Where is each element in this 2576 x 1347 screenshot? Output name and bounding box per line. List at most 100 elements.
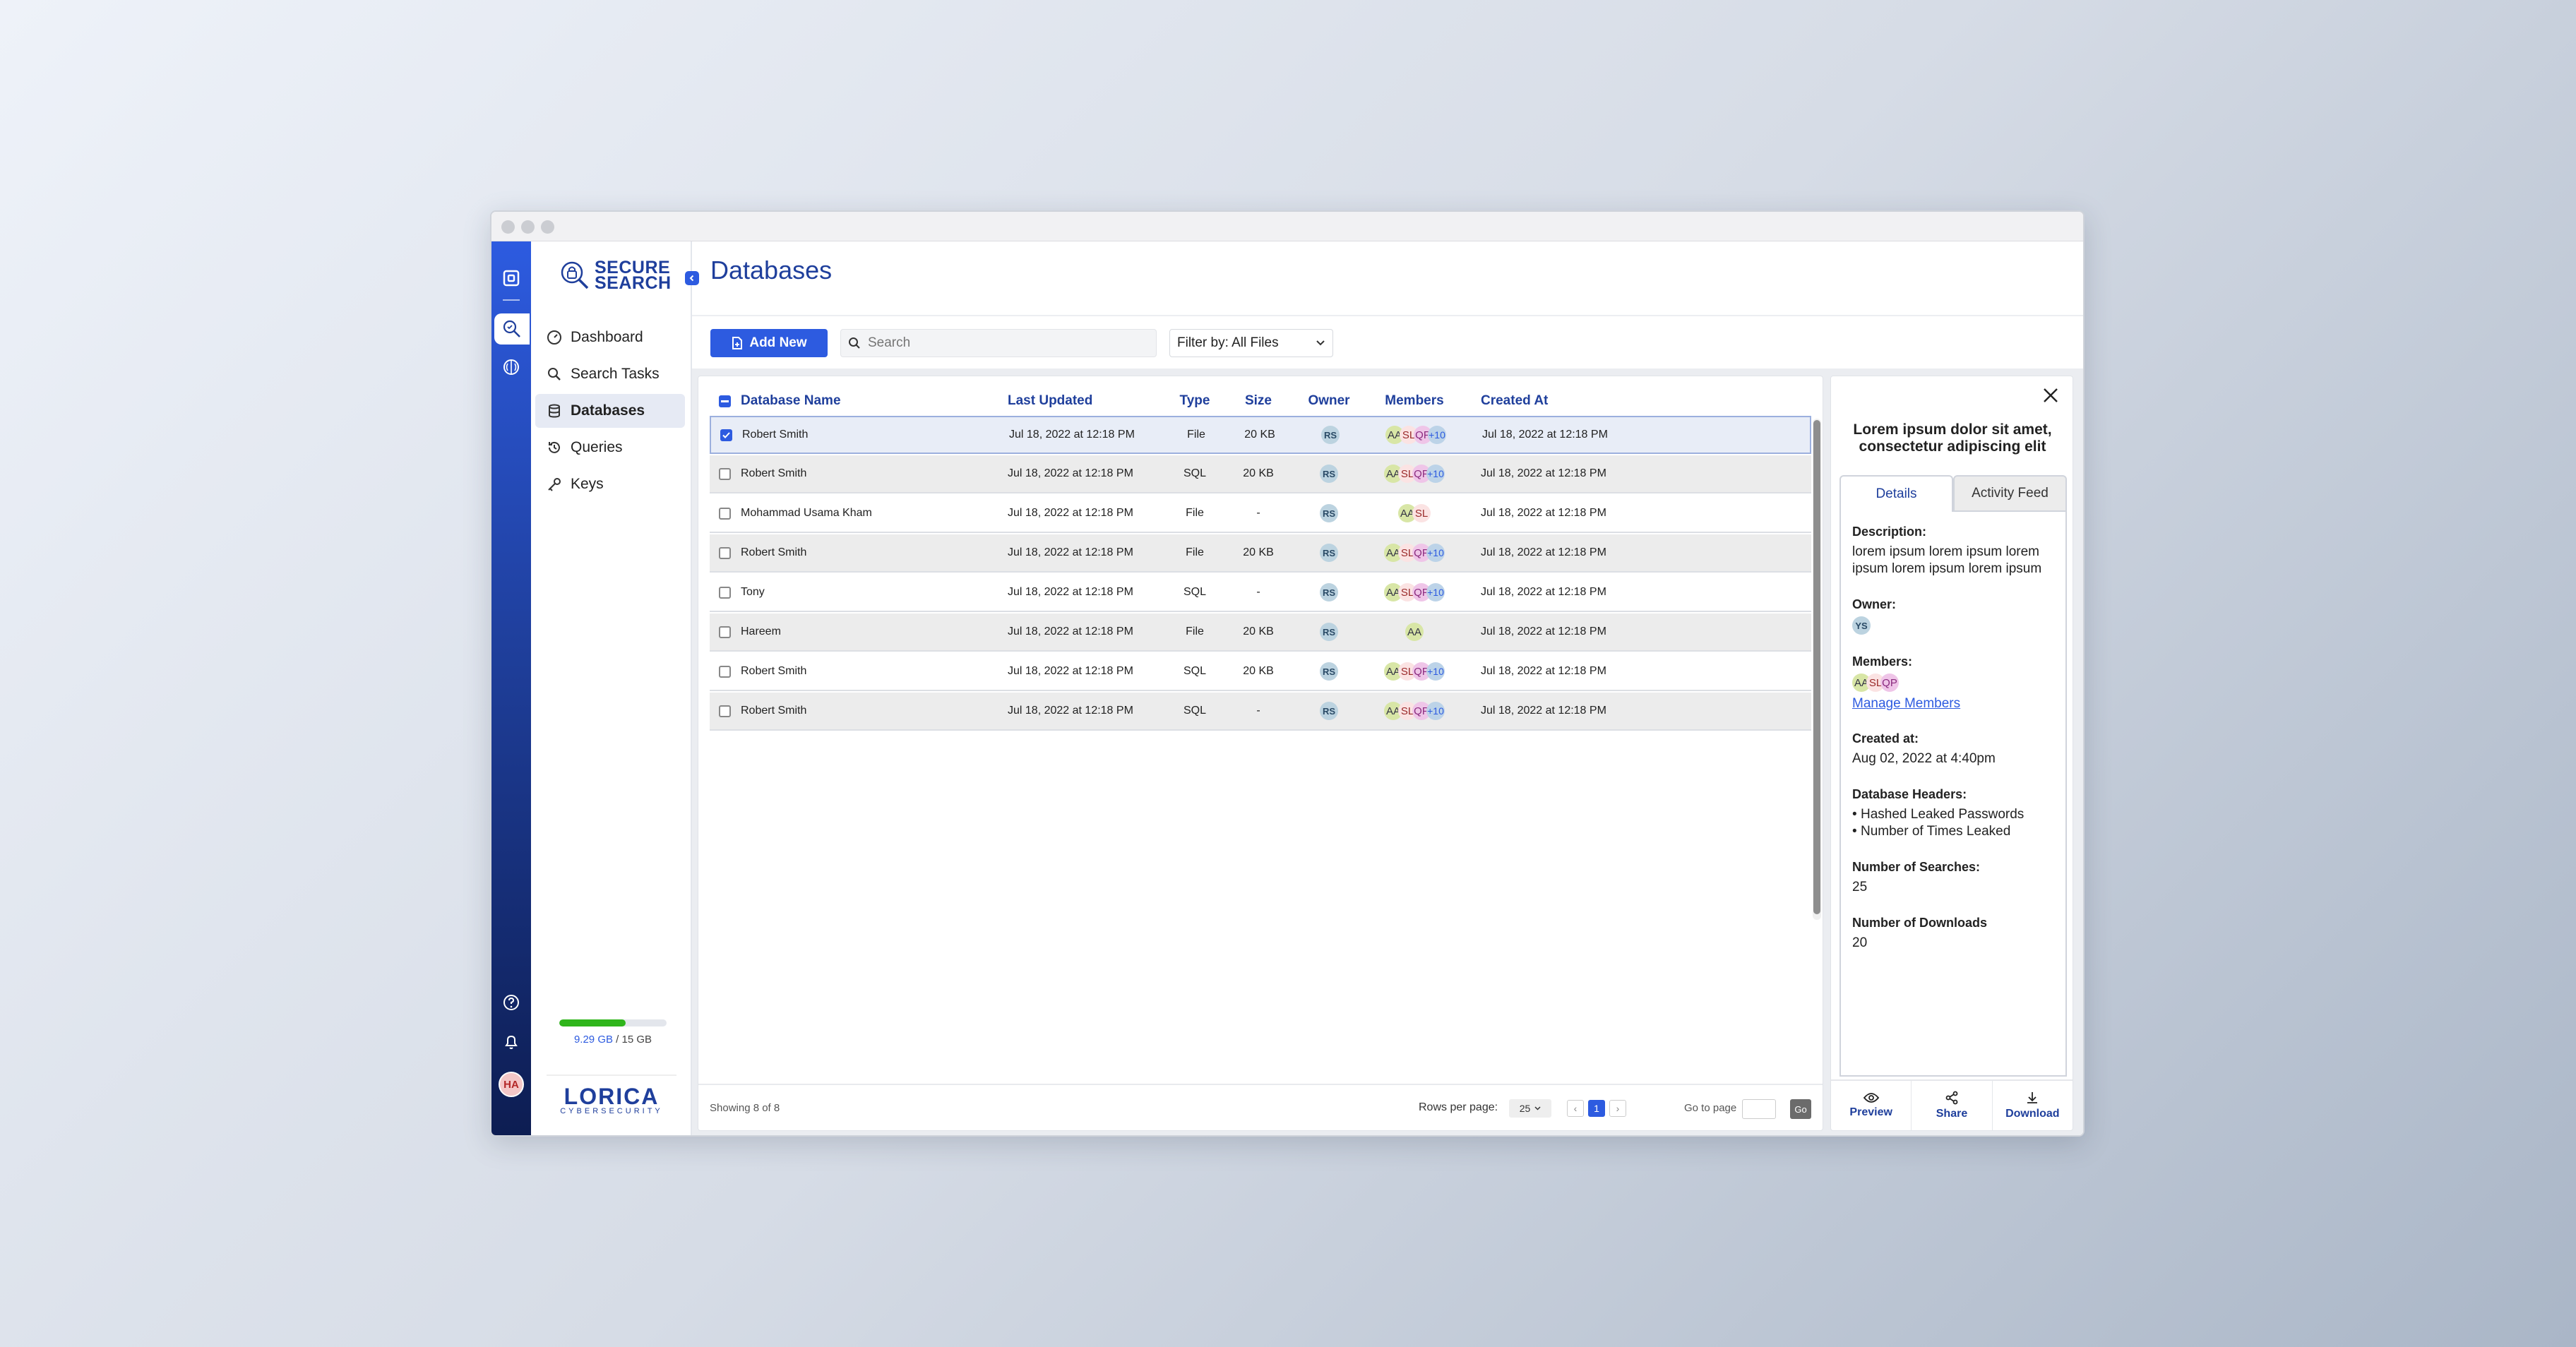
home-icon[interactable] (496, 263, 527, 294)
member-avatar: +10 (1426, 465, 1445, 483)
cell-size: 20 KB (1243, 665, 1274, 677)
close-details-button[interactable] (2040, 385, 2061, 406)
sidebar-item-databases[interactable]: Databases (535, 394, 685, 428)
table-row[interactable]: Robert Smith Jul 18, 2022 at 12:18 PM SQL -… (710, 693, 1811, 731)
sidebar-item-search-tasks[interactable]: Search Tasks (535, 357, 685, 391)
app-window: HA SECURE SEARCH Dashboard Search Tasks … (490, 210, 2085, 1137)
scroll-thumb[interactable] (1813, 420, 1820, 914)
table-scrollbar[interactable] (1813, 419, 1821, 920)
column-header-size[interactable]: Size (1227, 393, 1290, 409)
members-stack: AA SL QP +10 (1384, 465, 1445, 483)
column-header-updated[interactable]: Last Updated (1008, 393, 1163, 409)
row-checkbox[interactable] (718, 705, 731, 717)
select-all-checkbox[interactable] (718, 395, 731, 407)
search-input[interactable] (868, 335, 1136, 351)
members-stack: AA SL QP +10 (1384, 702, 1445, 720)
cell-size: - (1256, 586, 1260, 598)
search-shield-icon[interactable] (494, 313, 530, 345)
preview-button[interactable]: Preview (1831, 1081, 1912, 1130)
tab-details[interactable]: Details (1839, 475, 1953, 512)
cell-updated: Jul 18, 2022 at 12:18 PM (1008, 665, 1133, 677)
sidebar-collapse-button[interactable] (685, 271, 699, 285)
table-row[interactable]: Robert Smith Jul 18, 2022 at 12:18 PM File… (710, 416, 1811, 454)
bell-icon[interactable] (496, 1026, 527, 1058)
column-header-type[interactable]: Type (1163, 393, 1227, 409)
cell-name: Robert Smith (741, 665, 807, 677)
go-button[interactable]: Go (1790, 1099, 1811, 1119)
cell-updated: Jul 18, 2022 at 12:18 PM (1008, 586, 1133, 598)
filter-label: Filter by: All Files (1177, 335, 1279, 350)
details-title: Lorem ipsum dolor sit amet, consectetur … (1853, 421, 2052, 455)
cell-updated: Jul 18, 2022 at 12:18 PM (1008, 625, 1133, 637)
cell-size: - (1256, 705, 1260, 717)
search-icon (849, 337, 860, 349)
column-header-owner[interactable]: Owner (1290, 393, 1368, 409)
sidebar-item-label: Databases (571, 402, 645, 419)
row-checkbox[interactable] (720, 429, 732, 441)
owner-avatar: RS (1320, 623, 1338, 641)
row-checkbox[interactable] (718, 507, 731, 520)
cell-type: SQL (1183, 467, 1206, 479)
add-new-button[interactable]: Add New (710, 329, 828, 357)
goto-page-input[interactable] (1742, 1099, 1776, 1119)
table-row[interactable]: Robert Smith Jul 18, 2022 at 12:18 PM File… (710, 534, 1811, 573)
secure-search-logo[interactable]: SECURE SEARCH (558, 258, 672, 292)
window-maximize-dot[interactable] (541, 220, 554, 234)
cell-name: Tony (741, 586, 765, 598)
table-row[interactable]: Robert Smith Jul 18, 2022 at 12:18 PM SQL 2… (710, 653, 1811, 691)
download-button[interactable]: Download (1993, 1081, 2073, 1130)
downloads-label: Number of Downloads (1852, 916, 1988, 930)
cell-size: - (1256, 507, 1260, 519)
tab-activity-feed[interactable]: Activity Feed (1953, 475, 2067, 512)
databases-table: Database Name Last Updated Type Size Own… (698, 376, 1823, 1131)
owner-avatar: RS (1321, 426, 1340, 444)
sidebar-item-keys[interactable]: Keys (535, 467, 685, 501)
window-close-dot[interactable] (501, 220, 515, 234)
row-checkbox[interactable] (718, 586, 731, 599)
filter-dropdown[interactable]: Filter by: All Files (1169, 329, 1333, 357)
downloads-value: 20 (1852, 935, 1868, 950)
row-checkbox[interactable] (718, 546, 731, 559)
sidebar-item-label: Search Tasks (571, 366, 660, 382)
cell-type: File (1186, 625, 1204, 637)
goto-page-label: Go to page (1684, 1101, 1737, 1114)
table-row[interactable]: Mohammad Usama Kham Jul 18, 2022 at 12:18… (710, 495, 1811, 533)
owner-avatar: RS (1320, 544, 1338, 562)
share-button[interactable]: Share (1912, 1081, 1993, 1130)
headers-list: Hashed Leaked Passwords Number of Times … (1852, 806, 2054, 840)
next-page-button[interactable]: › (1609, 1100, 1626, 1117)
cell-created: Jul 18, 2022 at 12:18 PM (1482, 429, 1608, 441)
header-item: Hashed Leaked Passwords (1852, 806, 2054, 823)
row-checkbox[interactable] (718, 467, 731, 480)
table-row[interactable]: Hareem Jul 18, 2022 at 12:18 PM File 20 KB R… (710, 613, 1811, 652)
sidebar: SECURE SEARCH Dashboard Search Tasks Dat… (531, 241, 692, 1135)
owner-avatar: RS (1320, 583, 1338, 601)
column-header-members[interactable]: Members (1368, 393, 1461, 409)
column-header-created[interactable]: Created At (1461, 393, 1645, 409)
row-checkbox[interactable] (718, 625, 731, 638)
table-row[interactable]: Robert Smith Jul 18, 2022 at 12:18 PM SQL 2… (710, 455, 1811, 493)
member-avatar: +10 (1426, 662, 1445, 681)
user-avatar[interactable]: HA (496, 1069, 527, 1100)
help-icon[interactable] (496, 987, 527, 1018)
search-box (840, 329, 1157, 357)
prev-page-button[interactable]: ‹ (1567, 1100, 1584, 1117)
owner-avatar: YS (1852, 616, 1871, 635)
manage-members-link[interactable]: Manage Members (1852, 696, 1960, 711)
table-row[interactable]: Tony Jul 18, 2022 at 12:18 PM SQL - RS AA SL QP… (710, 574, 1811, 612)
preview-label: Preview (1849, 1106, 1892, 1118)
sidebar-item-queries[interactable]: Queries (535, 431, 685, 465)
sidebar-item-dashboard[interactable]: Dashboard (535, 321, 685, 354)
brain-icon[interactable] (496, 352, 527, 383)
rail-divider (503, 299, 520, 301)
column-header-name[interactable]: Database Name (739, 393, 1008, 409)
rows-per-page-select[interactable]: 25 (1509, 1099, 1551, 1118)
sidebar-item-label: Dashboard (571, 329, 643, 345)
window-minimize-dot[interactable] (521, 220, 535, 234)
member-avatar: SL (1412, 504, 1431, 522)
member-avatar: +10 (1428, 426, 1446, 444)
created-label: Created at: (1852, 731, 1919, 746)
cell-size: 20 KB (1243, 625, 1274, 637)
row-checkbox[interactable] (718, 665, 731, 678)
page-number-button[interactable]: 1 (1588, 1100, 1605, 1117)
